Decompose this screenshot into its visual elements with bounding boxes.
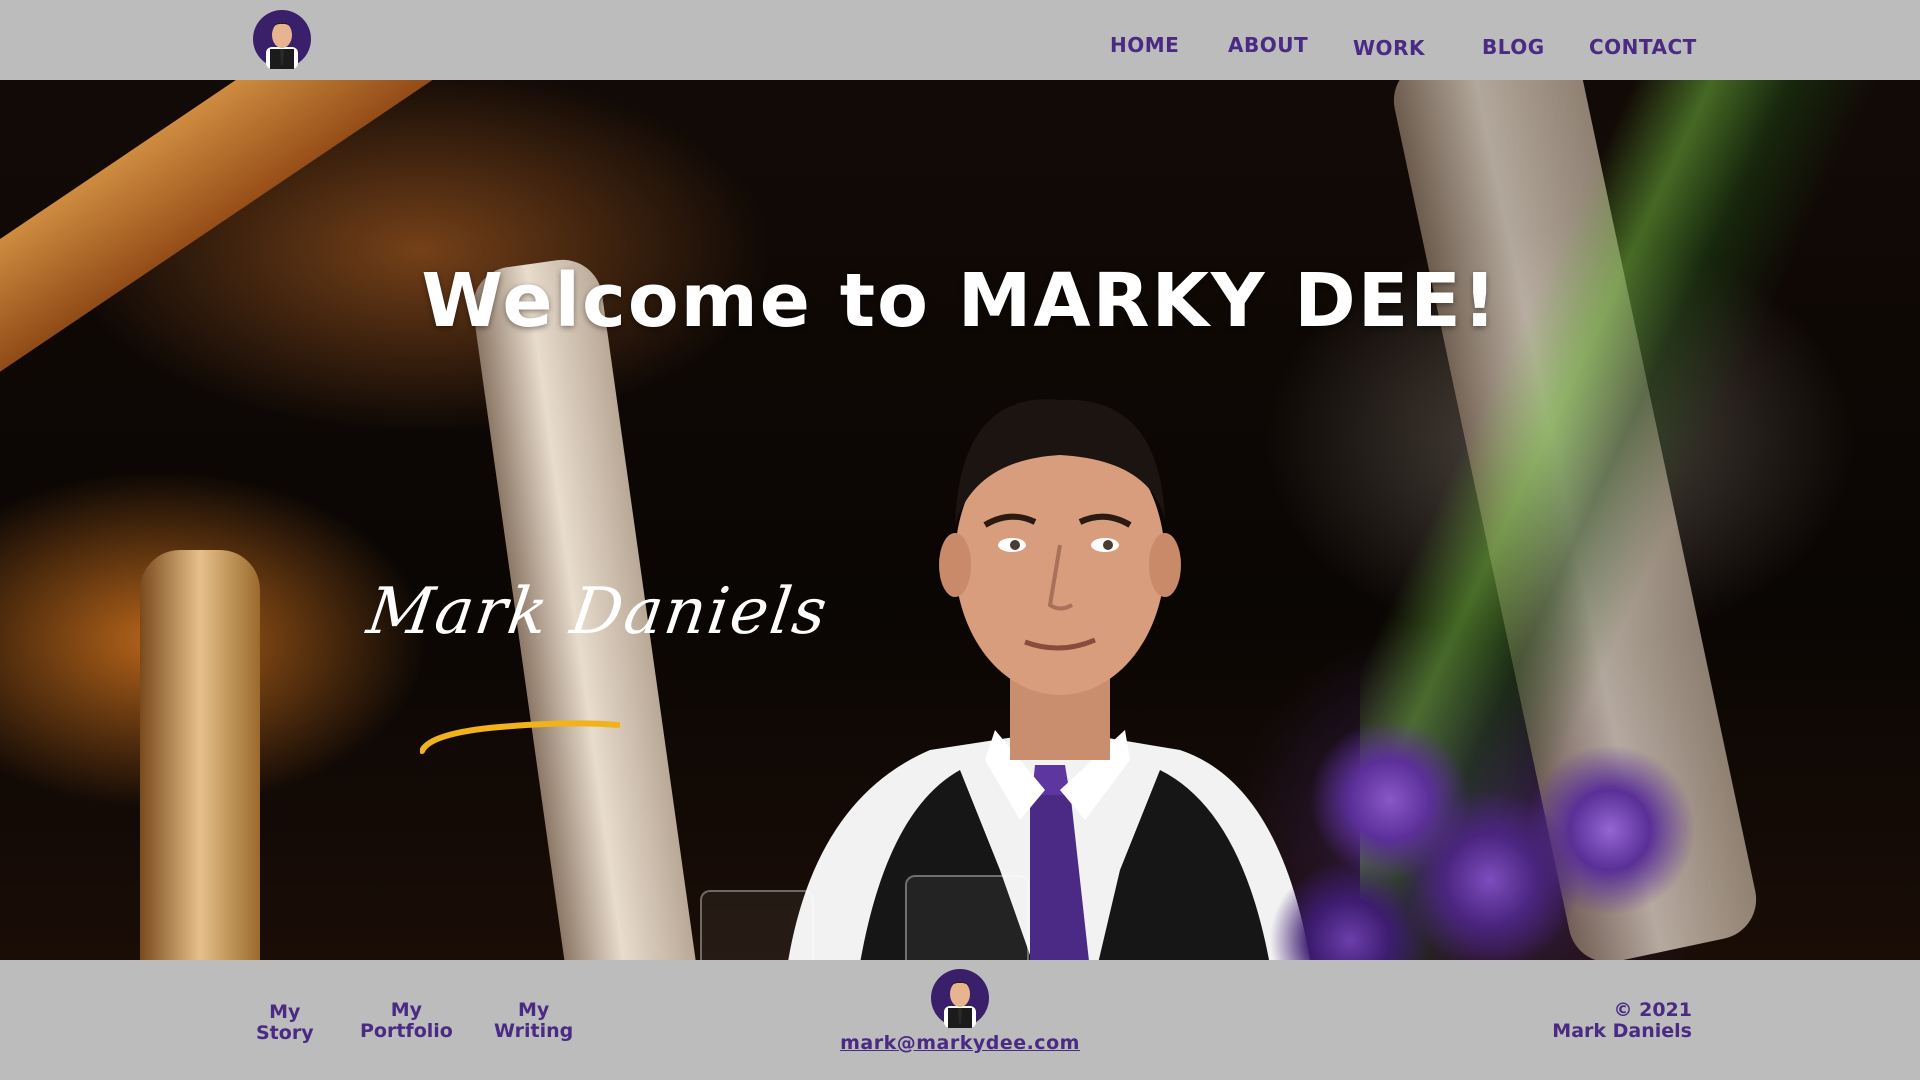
footer-my-writing-link[interactable]: My Writing <box>494 1000 573 1042</box>
signature-underline-stroke <box>420 720 620 754</box>
nav-about-link[interactable]: ABOUT <box>1228 33 1308 57</box>
footer-copyright: © 2021 Mark Daniels <box>1552 1000 1692 1042</box>
footer-link-line: Portfolio <box>360 1020 453 1042</box>
footer-link-line: My <box>517 999 550 1021</box>
hero-wine-glass <box>700 890 814 960</box>
hero-foreground-flowers <box>1270 680 1790 960</box>
hero-background-pillar <box>140 550 260 960</box>
site-footer: My Story My Portfolio My Writing mark@ma… <box>0 960 1920 1080</box>
copyright-name: Mark Daniels <box>1552 1020 1692 1042</box>
footer-link-line: My <box>269 1001 301 1023</box>
footer-email-link[interactable]: mark@markydee.com <box>800 1032 1120 1054</box>
nav-blog-link[interactable]: BLOG <box>1482 35 1545 59</box>
copyright-year: © 2021 <box>1613 999 1693 1021</box>
footer-avatar-icon[interactable] <box>930 968 990 1028</box>
nav-home-link[interactable]: HOME <box>1110 33 1179 57</box>
hero-wine-glass <box>905 875 1029 960</box>
nav-contact-link[interactable]: CONTACT <box>1589 35 1697 59</box>
footer-link-line: Story <box>256 1022 314 1044</box>
top-navigation-bar: HOME ABOUT WORK BLOG CONTACT <box>0 0 1920 80</box>
hero-section: Welcome to MARKY DEE! Mark Daniels <box>0 80 1920 960</box>
footer-link-line: Writing <box>494 1020 574 1042</box>
hero-signature: Mark Daniels <box>362 575 833 649</box>
footer-my-story-link[interactable]: My Story <box>256 1002 314 1044</box>
nav-work-link[interactable]: WORK <box>1353 36 1425 60</box>
footer-link-line: My <box>390 999 423 1021</box>
hero-title: Welcome to MARKY DEE! <box>421 258 1499 344</box>
hero-portrait-image <box>760 350 1320 960</box>
main-nav: HOME ABOUT WORK BLOG CONTACT <box>0 0 1920 80</box>
footer-my-portfolio-link[interactable]: My Portfolio <box>360 1000 453 1042</box>
